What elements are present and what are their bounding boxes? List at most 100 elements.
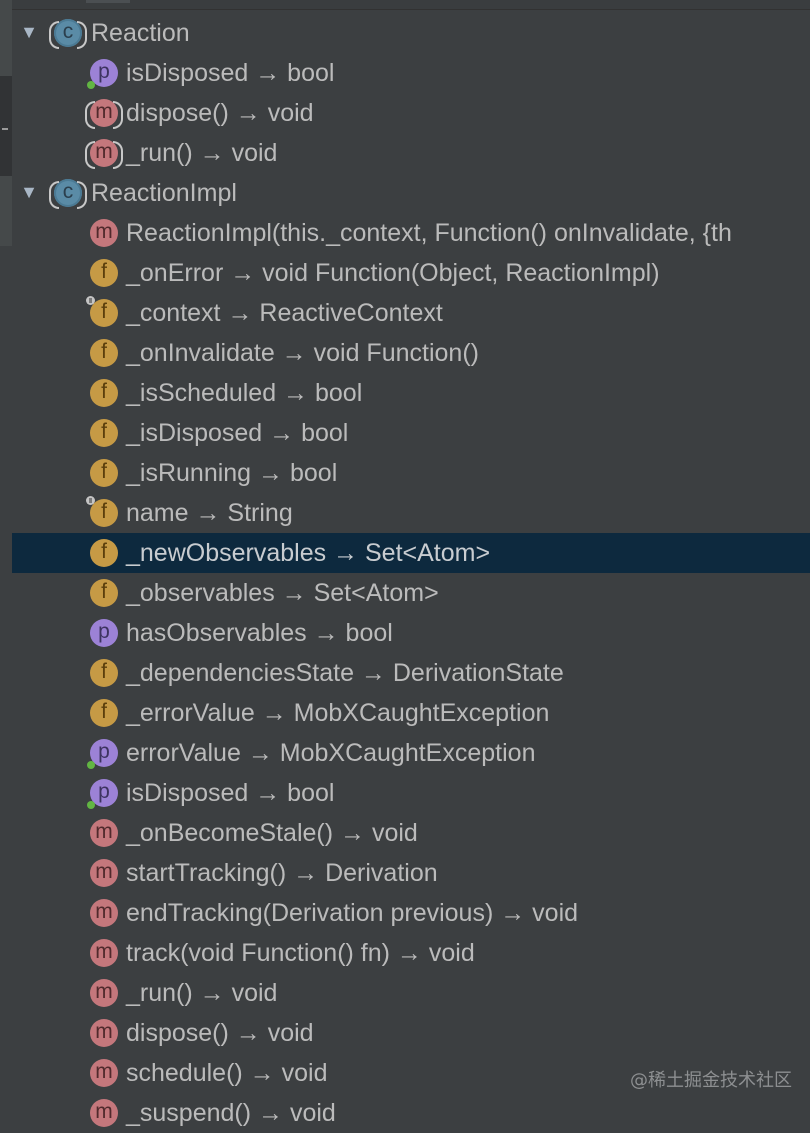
tree-row-class[interactable]: ▼ c ReactionImpl bbox=[12, 173, 810, 213]
tree-row-property[interactable]: p isDisposed → bool bbox=[12, 773, 810, 813]
tree-row-label: dispose() → void bbox=[126, 1019, 314, 1047]
method-icon: m bbox=[85, 99, 123, 129]
property-icon: p bbox=[87, 739, 118, 769]
abstract-bracket-icon bbox=[113, 101, 123, 129]
tree-row-label: schedule() → void bbox=[126, 1059, 328, 1087]
tree-row-label: isDisposed → bool bbox=[126, 779, 335, 807]
tree-row-method[interactable]: m _run() → void bbox=[12, 133, 810, 173]
tree-row-field[interactable]: f _observables → Set<Atom> bbox=[12, 573, 810, 613]
tree-row-label: errorValue → MobXCaughtException bbox=[126, 739, 536, 767]
gutter-block bbox=[0, 76, 12, 176]
tree-row-label: _observables → Set<Atom> bbox=[126, 579, 439, 607]
icon-letter: f bbox=[101, 540, 107, 563]
icon-letter: f bbox=[101, 380, 107, 403]
icon-letter: m bbox=[95, 1060, 113, 1083]
gutter-block bbox=[0, 176, 12, 246]
final-lock-icon bbox=[86, 296, 95, 305]
tree-row-label: _onError → void Function(Object, Reactio… bbox=[126, 259, 660, 287]
field-icon: f bbox=[90, 459, 118, 487]
tree-row-method[interactable]: m startTracking() → Derivation bbox=[12, 853, 810, 893]
tree-row-label: _run() → void bbox=[126, 139, 278, 167]
icon-letter: m bbox=[95, 820, 113, 843]
tree-row-field[interactable]: f _onError → void Function(Object, Reacti… bbox=[12, 253, 810, 293]
top-tab-edge bbox=[86, 0, 130, 3]
public-dot-icon bbox=[87, 81, 95, 89]
method-icon: m bbox=[90, 819, 118, 847]
icon-letter: m bbox=[95, 940, 113, 963]
icon-letter: f bbox=[101, 300, 107, 323]
tree-row-label: ReactionImpl bbox=[91, 179, 237, 207]
gutter-mark bbox=[2, 128, 8, 130]
icon-letter: m bbox=[95, 980, 113, 1003]
class-icon: c bbox=[49, 19, 87, 49]
method-icon: m bbox=[90, 899, 118, 927]
field-icon: f bbox=[86, 296, 118, 327]
icon-letter: f bbox=[101, 500, 107, 523]
method-icon: m bbox=[90, 1019, 118, 1047]
icon-letter: f bbox=[101, 460, 107, 483]
expand-arrow-icon[interactable]: ▼ bbox=[18, 181, 40, 203]
tree-row-property[interactable]: p hasObservables → bool bbox=[12, 613, 810, 653]
tree-row-label: _isScheduled → bool bbox=[126, 379, 363, 407]
tree-row-field[interactable]: f _errorValue → MobXCaughtException bbox=[12, 693, 810, 733]
icon-letter: m bbox=[95, 900, 113, 923]
tree-row-method[interactable]: m track(void Function() fn) → void bbox=[12, 933, 810, 973]
method-icon: m bbox=[90, 219, 118, 247]
structure-tree[interactable]: ▼ c Reaction p isDisposed → bool m dispose() →… bbox=[12, 13, 810, 1133]
abstract-bracket-icon bbox=[85, 101, 95, 129]
tree-row-field[interactable]: f name → String bbox=[12, 493, 810, 533]
watermark: @稀土掘金技术社区 bbox=[630, 1070, 792, 1091]
tree-row-field[interactable]: f _context → ReactiveContext bbox=[12, 293, 810, 333]
tree-row-field[interactable]: f _onInvalidate → void Function() bbox=[12, 333, 810, 373]
top-strip bbox=[0, 0, 810, 10]
tree-row-label: _onInvalidate → void Function() bbox=[126, 339, 479, 367]
icon-letter: m bbox=[95, 220, 113, 243]
field-icon: f bbox=[90, 419, 118, 447]
field-icon: f bbox=[90, 659, 118, 687]
tree-row-label: ReactionImpl(this._context, Function() o… bbox=[126, 219, 732, 247]
tree-row-label: name → String bbox=[126, 499, 293, 527]
field-icon: f bbox=[86, 496, 118, 527]
tree-row-class[interactable]: ▼ c Reaction bbox=[12, 13, 810, 53]
tree-row-label: _isDisposed → bool bbox=[126, 419, 349, 447]
tree-row-property[interactable]: p errorValue → MobXCaughtException bbox=[12, 733, 810, 773]
icon-letter: f bbox=[101, 700, 107, 723]
tree-row-field[interactable]: f _isRunning → bool bbox=[12, 453, 810, 493]
tree-row-field[interactable]: f _newObservables → Set<Atom> bbox=[12, 533, 810, 573]
tree-row-label: _onBecomeStale() → void bbox=[126, 819, 418, 847]
tree-row-method[interactable]: m _run() → void bbox=[12, 973, 810, 1013]
tree-row-method[interactable]: m _onBecomeStale() → void bbox=[12, 813, 810, 853]
tree-row-method[interactable]: m _suspend() → void bbox=[12, 1093, 810, 1133]
tree-row-field[interactable]: f _isScheduled → bool bbox=[12, 373, 810, 413]
left-gutter bbox=[0, 0, 12, 1116]
tree-row-label: _context → ReactiveContext bbox=[126, 299, 443, 327]
tree-row-field[interactable]: f _isDisposed → bool bbox=[12, 413, 810, 453]
tree-row-method[interactable]: m dispose() → void bbox=[12, 1013, 810, 1053]
tree-row-property[interactable]: p isDisposed → bool bbox=[12, 53, 810, 93]
tree-row-method[interactable]: m dispose() → void bbox=[12, 93, 810, 133]
tree-row-field[interactable]: f _dependenciesState → DerivationState bbox=[12, 653, 810, 693]
tree-row-label: Reaction bbox=[91, 19, 190, 47]
method-icon: m bbox=[90, 859, 118, 887]
tree-row-label: endTracking(Derivation previous) → void bbox=[126, 899, 579, 927]
icon-letter: f bbox=[101, 660, 107, 683]
tree-row-label: dispose() → void bbox=[126, 99, 314, 127]
abstract-bracket-icon bbox=[113, 141, 123, 169]
tree-row-label: track(void Function() fn) → void bbox=[126, 939, 475, 967]
expand-arrow-icon[interactable]: ▼ bbox=[18, 21, 40, 43]
icon-letter: m bbox=[95, 1100, 113, 1123]
icon-letter: p bbox=[98, 620, 110, 643]
tree-row-label: _isRunning → bool bbox=[126, 459, 338, 487]
property-icon: p bbox=[87, 779, 118, 809]
icon-letter: f bbox=[101, 580, 107, 603]
tree-row-method[interactable]: m endTracking(Derivation previous) → void bbox=[12, 893, 810, 933]
abstract-bracket-icon bbox=[49, 181, 59, 209]
icon-letter: f bbox=[101, 260, 107, 283]
tree-row-label: isDisposed → bool bbox=[126, 59, 335, 87]
field-icon: f bbox=[90, 579, 118, 607]
tree-row-label: hasObservables → bool bbox=[126, 619, 393, 647]
field-icon: f bbox=[90, 379, 118, 407]
icon-letter: f bbox=[101, 340, 107, 363]
tree-row-method[interactable]: m ReactionImpl(this._context, Function() … bbox=[12, 213, 810, 253]
tree-row-label: _newObservables → Set<Atom> bbox=[126, 539, 491, 567]
